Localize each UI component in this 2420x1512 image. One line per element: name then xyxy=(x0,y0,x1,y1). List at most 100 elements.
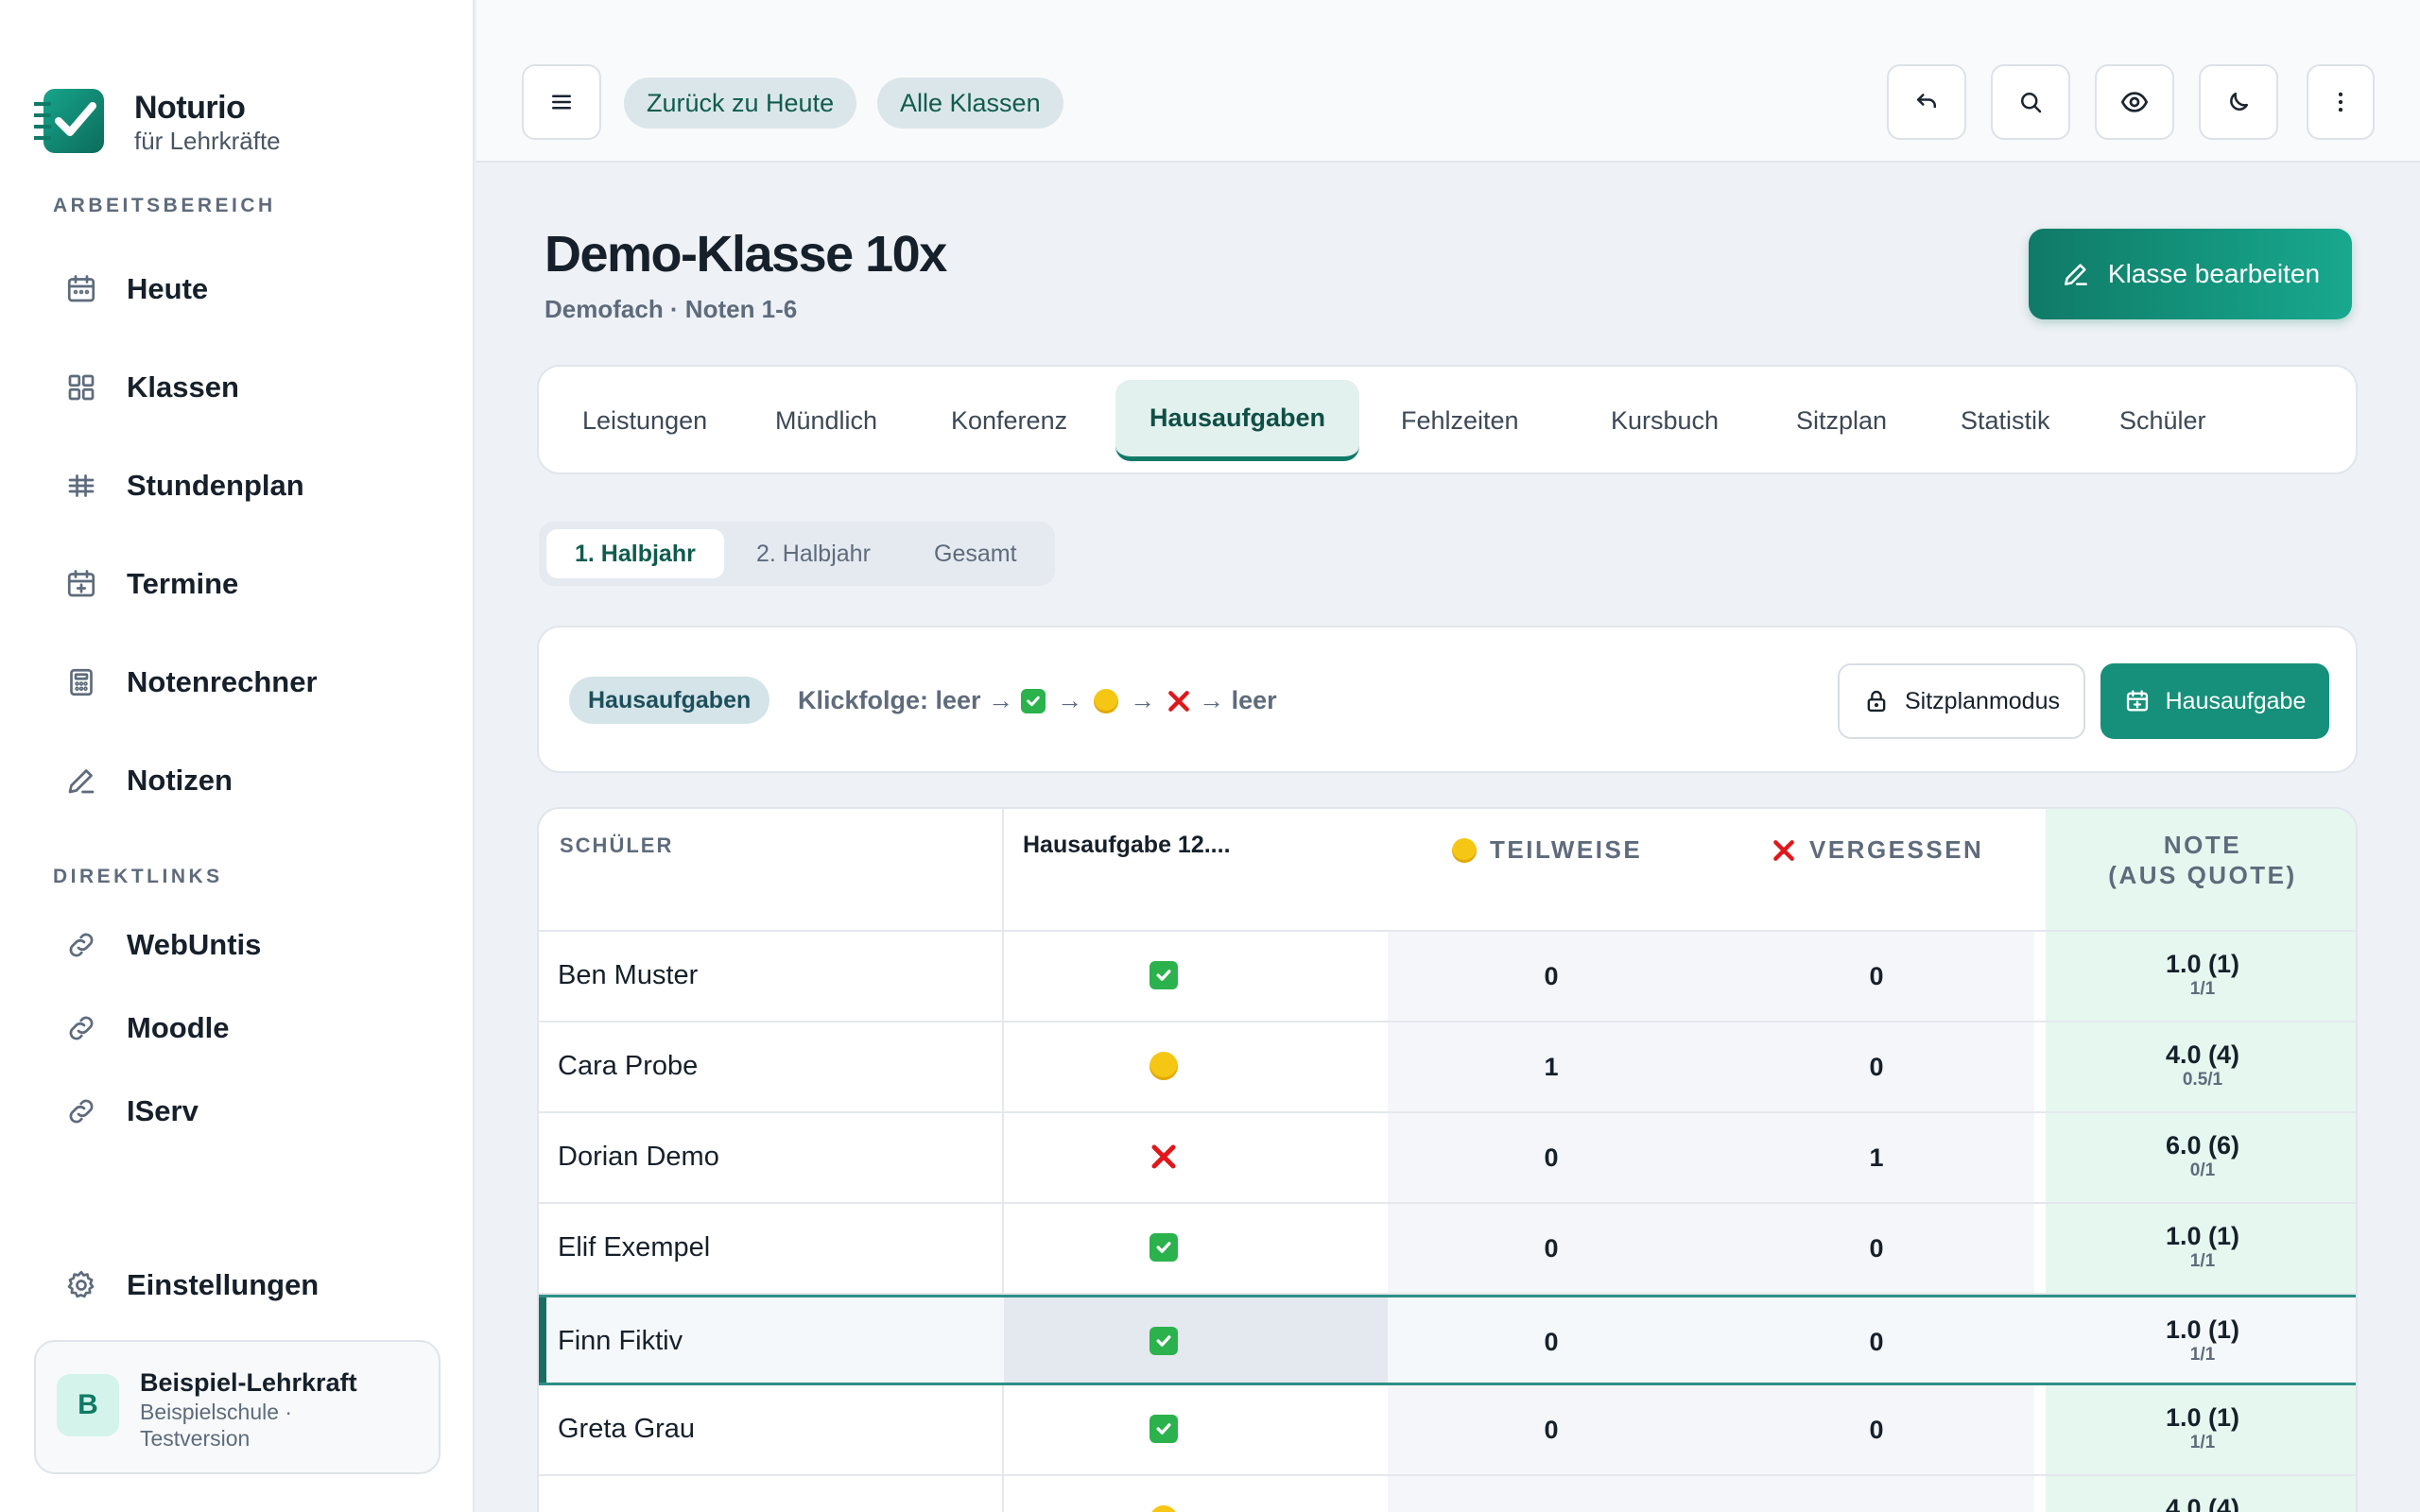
sidebar-link-label: Moodle xyxy=(127,1011,230,1044)
page-subtitle: Demofach · Noten 1-6 xyxy=(544,295,798,323)
check-icon[interactable] xyxy=(1150,960,1178,990)
back-to-today-button[interactable]: Zurück zu Heute xyxy=(624,77,857,129)
header-grade[interactable]: NOTE (AUS QUOTE) xyxy=(2046,830,2356,890)
homework-badge: Hausaufgaben xyxy=(569,677,770,724)
partial-count: 1 xyxy=(1544,1053,1559,1081)
add-homework-button[interactable]: Hausaufgabe xyxy=(2100,663,2329,739)
table-row[interactable]: 4.0 (4) xyxy=(539,1476,2356,1512)
partial-count: 0 xyxy=(1544,1143,1559,1172)
tab-hausaufgaben[interactable]: Hausaufgaben xyxy=(1115,380,1359,461)
grade-cell: 4.0 (4) 0.5/1 xyxy=(2046,1040,2356,1091)
check-icon[interactable] xyxy=(1150,1326,1178,1356)
sidebar-link-webuntis[interactable]: WebUntis xyxy=(34,907,450,983)
table-row[interactable]: Dorian Demo 0 1 6.0 (6) 0/1 xyxy=(539,1113,2356,1204)
grade-cell: 6.0 (6) 0/1 xyxy=(2046,1130,2356,1181)
forgotten-count: 0 xyxy=(1869,1416,1884,1444)
sidebar-item-label: Stundenplan xyxy=(127,469,304,502)
sidebar-item-stundenplan[interactable]: Stundenplan xyxy=(34,448,450,524)
more-button[interactable] xyxy=(2307,64,2375,140)
header-student[interactable]: SCHÜLER xyxy=(560,833,673,858)
tab-fehlzeiten[interactable]: Fehlzeiten xyxy=(1378,380,1542,461)
tab-statistik[interactable]: Statistik xyxy=(1938,380,2073,461)
student-name[interactable]: Greta Grau xyxy=(558,1414,695,1445)
sidebar-item-label: Einstellungen xyxy=(127,1268,320,1301)
profile-card[interactable]: B Beispiel-Lehrkraft Beispielschule · Te… xyxy=(34,1340,441,1474)
grade-cell: 4.0 (4) xyxy=(2046,1493,2356,1512)
profile-name: Beispiel-Lehrkraft xyxy=(140,1368,357,1397)
sidebar-link-moodle[interactable]: Moodle xyxy=(34,990,450,1066)
link-icon xyxy=(64,928,98,962)
check-icon[interactable] xyxy=(1150,1414,1178,1444)
avatar: B xyxy=(57,1374,119,1436)
sidebar-item-einstellungen[interactable]: Einstellungen xyxy=(34,1247,450,1323)
homework-table: SCHÜLER Hausaufgabe 12.... TEILWEISE VER… xyxy=(537,807,2358,1512)
student-name[interactable]: Cara Probe xyxy=(558,1051,698,1082)
header-forgotten[interactable]: VERGESSEN xyxy=(1772,835,1983,865)
tab-muendlich[interactable]: Mündlich xyxy=(752,380,900,461)
sidebar-item-termine[interactable]: Termine xyxy=(34,546,450,622)
seat-mode-label: Sitzplanmodus xyxy=(1905,687,2060,714)
forgotten-count: 0 xyxy=(1869,1234,1884,1263)
sidebar-link-iserv[interactable]: IServ xyxy=(34,1074,450,1149)
grade-value: 4.0 (4) xyxy=(2165,1494,2240,1512)
grade-ratio: 1/1 xyxy=(2189,1251,2216,1271)
grid-icon xyxy=(64,370,98,404)
forgotten-count: 0 xyxy=(1869,1328,1884,1356)
forgotten-count: 0 xyxy=(1869,1053,1884,1081)
cross-icon[interactable] xyxy=(1150,1142,1178,1172)
table-row[interactable]: Ben Muster 0 0 1.0 (1) 1/1 xyxy=(539,932,2356,1022)
preview-button[interactable] xyxy=(2095,64,2174,140)
sidebar-item-label: Notizen xyxy=(127,764,233,797)
menu-button[interactable] xyxy=(522,64,601,140)
selected-cell-highlight xyxy=(1004,1297,1388,1383)
student-name[interactable]: Elif Exempel xyxy=(558,1232,710,1263)
brand-subtitle: für Lehrkräfte xyxy=(134,127,281,155)
lock-icon xyxy=(1863,688,1905,714)
tab-schueler[interactable]: Schüler xyxy=(2097,380,2229,461)
sidebar-item-notizen[interactable]: Notizen xyxy=(34,743,450,818)
edit-class-button[interactable]: Klasse bearbeiten xyxy=(2029,229,2352,319)
tab-kursbuch[interactable]: Kursbuch xyxy=(1588,380,1741,461)
timetable-icon xyxy=(64,469,98,503)
sidebar-item-notenrechner[interactable]: Notenrechner xyxy=(34,644,450,720)
student-name[interactable]: Finn Fiktiv xyxy=(558,1326,683,1357)
header-partial[interactable]: TEILWEISE xyxy=(1452,835,1642,865)
partial-dot-icon[interactable] xyxy=(1150,1051,1178,1081)
tab-leistungen[interactable]: Leistungen xyxy=(560,380,730,461)
table-row[interactable]: Greta Grau 0 0 1.0 (1) 1/1 xyxy=(539,1385,2356,1476)
calendar-icon xyxy=(64,272,98,306)
menu-icon xyxy=(547,88,576,116)
search-icon xyxy=(2016,88,2045,116)
click-sequence: Klickfolge: leer → → → → leer xyxy=(798,686,1277,714)
cross-icon xyxy=(1772,838,1796,863)
sidebar-item-klassen[interactable]: Klassen xyxy=(34,350,450,425)
table-row[interactable]: Finn Fiktiv 0 0 1.0 (1) 1/1 xyxy=(539,1295,2356,1385)
dark-mode-button[interactable] xyxy=(2199,64,2278,140)
partial-dot-icon xyxy=(1452,837,1477,863)
search-button[interactable] xyxy=(1991,64,2070,140)
table-row[interactable]: Elif Exempel 0 0 1.0 (1) 1/1 xyxy=(539,1204,2356,1295)
check-icon[interactable] xyxy=(1150,1232,1178,1263)
edit-class-label: Klasse bearbeiten xyxy=(2107,259,2321,288)
click-sequence-suffix: → leer xyxy=(1199,686,1277,714)
grade-ratio: 0/1 xyxy=(2189,1160,2216,1180)
student-name[interactable]: Ben Muster xyxy=(558,960,698,991)
semester-1-button[interactable]: 1. Halbjahr xyxy=(546,529,724,578)
tab-sitzplan[interactable]: Sitzplan xyxy=(1773,380,1910,461)
partial-dot-icon[interactable] xyxy=(1150,1504,1178,1512)
sidebar-link-label: IServ xyxy=(127,1094,199,1127)
sidebar: Noturio für Lehrkräfte ARBEITSBEREICH He… xyxy=(0,0,475,1512)
seat-mode-button[interactable]: Sitzplanmodus xyxy=(1838,663,2085,739)
semester-2-button[interactable]: 2. Halbjahr xyxy=(728,529,899,578)
grade-ratio: 1/1 xyxy=(2189,1345,2216,1365)
header-homework[interactable]: Hausaufgabe 12.... xyxy=(1023,832,1231,859)
topbar: Zurück zu Heute Alle Klassen xyxy=(476,0,2420,163)
student-name[interactable]: Dorian Demo xyxy=(558,1142,719,1173)
undo-button[interactable] xyxy=(1887,64,1966,140)
brand[interactable]: Noturio für Lehrkräfte xyxy=(34,87,281,157)
tab-konferenz[interactable]: Konferenz xyxy=(928,380,1090,461)
all-classes-button[interactable]: Alle Klassen xyxy=(877,77,1063,129)
sidebar-item-heute[interactable]: Heute xyxy=(34,251,450,327)
table-row[interactable]: Cara Probe 1 0 4.0 (4) 0.5/1 xyxy=(539,1022,2356,1113)
semester-total-button[interactable]: Gesamt xyxy=(906,529,1046,578)
